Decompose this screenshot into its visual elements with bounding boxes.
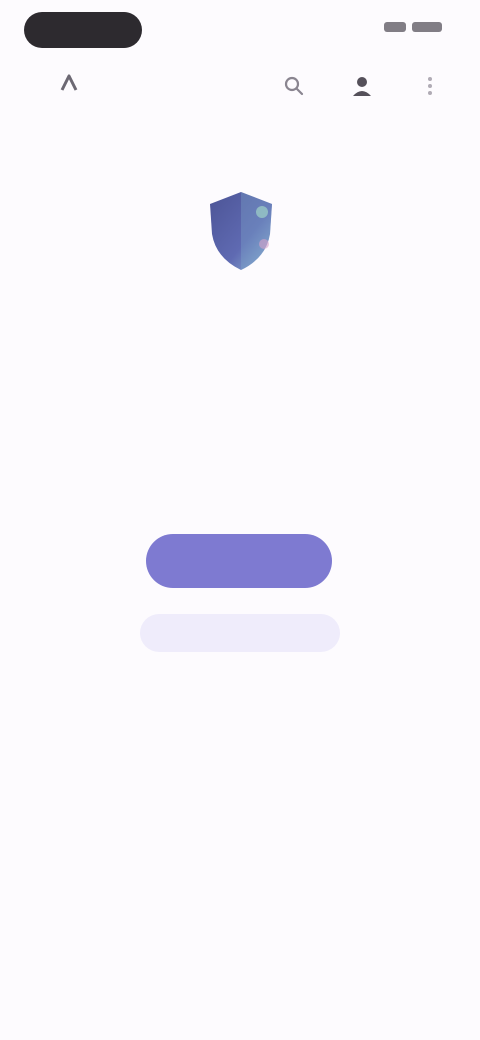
- logo-icon: [56, 70, 82, 96]
- primary-button[interactable]: [146, 534, 332, 588]
- app-bar-actions: [278, 72, 446, 100]
- status-pill: [24, 12, 142, 48]
- screen: [0, 0, 480, 1040]
- secondary-button[interactable]: [140, 614, 340, 652]
- top-app-bar: [0, 58, 480, 114]
- app-logo[interactable]: [56, 70, 90, 96]
- shield-icon: [200, 186, 282, 276]
- more-icon[interactable]: [414, 72, 446, 100]
- search-icon[interactable]: [278, 72, 310, 100]
- status-indicators: [384, 22, 442, 32]
- battery-icon: [412, 22, 442, 32]
- signal-icon: [384, 22, 406, 32]
- account-icon[interactable]: [346, 72, 378, 100]
